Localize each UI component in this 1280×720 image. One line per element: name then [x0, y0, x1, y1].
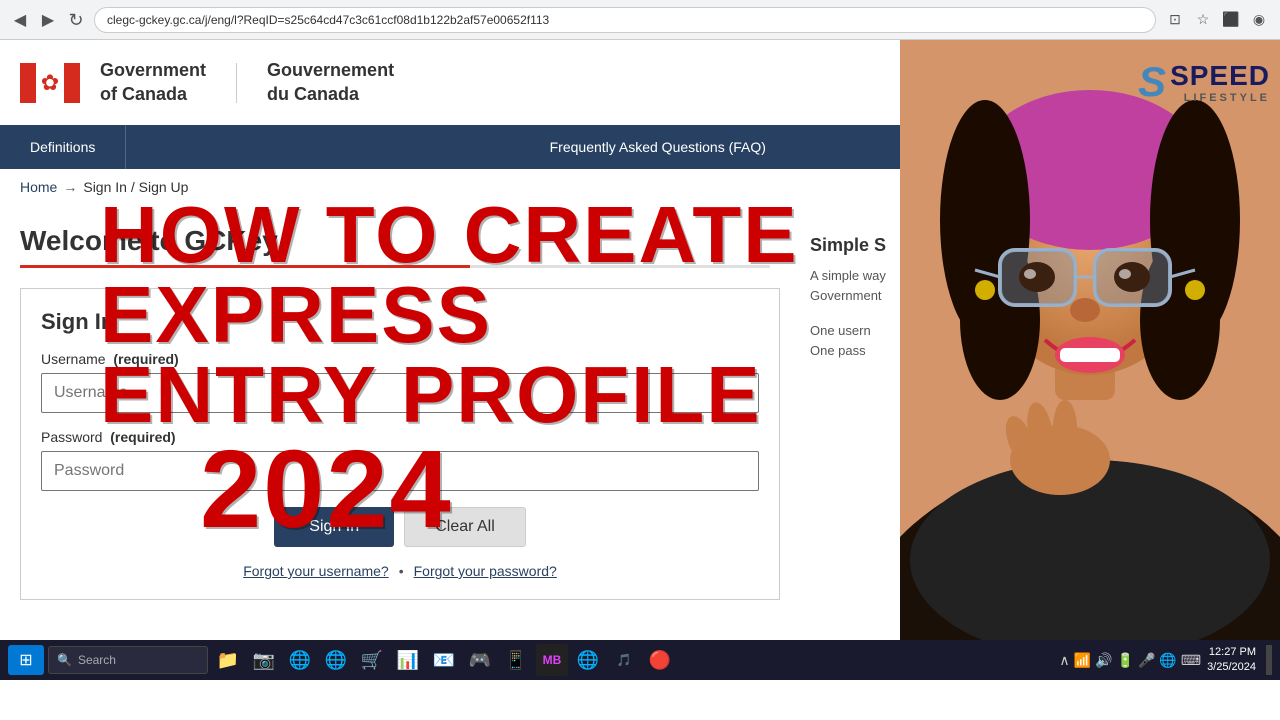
- password-required: (required): [110, 429, 175, 445]
- signin-box: Sign In Username (required) Password (re…: [20, 288, 780, 600]
- speed-sub: LIFESTYLE: [1170, 92, 1270, 104]
- speed-s-curve: S: [1138, 61, 1166, 103]
- taskbar-record[interactable]: 🔴: [644, 644, 676, 676]
- taskbar-time-text: 12:27 PM: [1207, 645, 1256, 660]
- maple-leaf-icon: ✿: [41, 70, 59, 96]
- taskbar-excel[interactable]: 📊: [392, 644, 424, 676]
- canada-flag: ✿: [20, 60, 80, 105]
- taskbar-search-text: Search: [78, 653, 116, 667]
- button-row: Sign In Clear All: [41, 507, 759, 547]
- signin-title: Sign In: [41, 309, 759, 335]
- tray-mic[interactable]: 🎤: [1138, 652, 1155, 669]
- flag-right: [64, 63, 80, 103]
- right-panel-text3: One usern: [810, 321, 1260, 341]
- forgot-password-link[interactable]: Forgot your password?: [414, 563, 557, 579]
- taskbar-game[interactable]: 🎮: [464, 644, 496, 676]
- forgot-separator: •: [399, 563, 404, 579]
- right-panel-text2: Government: [810, 286, 1260, 306]
- nav-item-help[interactable]: Help: [1190, 125, 1280, 169]
- signin-button[interactable]: Sign In: [274, 507, 394, 547]
- password-input[interactable]: [41, 451, 759, 491]
- star-icon[interactable]: ☆: [1192, 9, 1214, 31]
- right-panel-title: Simple S: [810, 235, 1260, 256]
- signin-section: Welcome to GCKey Sign In Username (requi…: [20, 225, 780, 600]
- title-underline: [20, 265, 770, 268]
- tray-network[interactable]: 🌐: [1159, 652, 1176, 669]
- page-content: ✿ Governmentof Canada Gouvernementdu Can…: [0, 40, 1280, 680]
- taskbar-app1[interactable]: 🎵: [608, 644, 640, 676]
- taskbar-camera[interactable]: 📷: [248, 644, 280, 676]
- forgot-links: Forgot your username? • Forgot your pass…: [41, 563, 759, 579]
- right-panel-text4: One pass: [810, 341, 1260, 361]
- username-label: Username (required): [41, 351, 759, 367]
- browser-chrome: ◀ ▶ ↻ clegc-gckey.gc.ca/j/eng/l?ReqID=s2…: [0, 0, 1280, 40]
- search-icon: 🔍: [57, 653, 72, 667]
- tray-chevron[interactable]: ∧: [1059, 652, 1069, 669]
- gov-title-en: Governmentof Canada: [100, 59, 206, 106]
- username-input[interactable]: [41, 373, 759, 413]
- nav-item-definitions[interactable]: Definitions: [0, 125, 126, 169]
- taskbar-phone[interactable]: 📱: [500, 644, 532, 676]
- extensions-icon[interactable]: ⬛: [1220, 9, 1242, 31]
- header-divider: [236, 63, 237, 103]
- refresh-button[interactable]: ↻: [66, 10, 86, 30]
- nav-bar: Definitions Frequently Asked Questions (…: [0, 125, 1280, 169]
- show-desktop[interactable]: [1266, 645, 1272, 675]
- clear-button[interactable]: Clear All: [404, 507, 526, 547]
- start-button[interactable]: ⊞: [8, 645, 44, 675]
- breadcrumb-current: Sign In / Sign Up: [83, 179, 188, 195]
- taskbar-chrome[interactable]: 🌐: [320, 644, 352, 676]
- site-header: ✿ Governmentof Canada Gouvernementdu Can…: [0, 40, 1280, 125]
- flag-left: [20, 63, 36, 103]
- main-area: Welcome to GCKey Sign In Username (requi…: [0, 205, 1280, 620]
- tray-keyboard[interactable]: ⌨: [1181, 652, 1201, 669]
- taskbar-file-explorer[interactable]: 📁: [212, 644, 244, 676]
- taskbar-search[interactable]: 🔍 Search: [48, 646, 208, 674]
- sys-tray: ∧ 📶 🔊 🔋 🎤 🌐 ⌨: [1059, 652, 1201, 669]
- password-label: Password (required): [41, 429, 759, 445]
- breadcrumb-home[interactable]: Home: [20, 179, 57, 195]
- forward-button[interactable]: ▶: [38, 10, 58, 30]
- taskbar-mail[interactable]: 📧: [428, 644, 460, 676]
- taskbar: ⊞ 🔍 Search 📁 📷 🌐 🌐 🛒 📊 📧 🎮 📱 MB 🌐 🎵 🔴 ∧ …: [0, 640, 1280, 680]
- nav-item-faq[interactable]: Frequently Asked Questions (FAQ): [126, 125, 1190, 169]
- breadcrumb-arrow: →: [63, 179, 77, 195]
- francais-link[interactable]: Français: [1075, 55, 1125, 70]
- tray-wifi[interactable]: 📶: [1074, 652, 1091, 669]
- taskbar-right: ∧ 📶 🔊 🔋 🎤 🌐 ⌨ 12:27 PM 3/25/2024: [1059, 645, 1272, 676]
- taskbar-store[interactable]: 🛒: [356, 644, 388, 676]
- profile-icon[interactable]: ◉: [1248, 9, 1270, 31]
- tray-sound[interactable]: 🔊: [1095, 652, 1112, 669]
- speed-brand: SPEED: [1170, 60, 1270, 92]
- browser-icon-group: ⊡ ☆ ⬛ ◉: [1164, 9, 1270, 31]
- speed-logo: S SPEED LIFESTYLE: [1138, 60, 1270, 104]
- right-panel-text1: A simple way: [810, 266, 1260, 286]
- windows-icon: ⊞: [19, 650, 32, 670]
- username-required: (required): [113, 351, 178, 367]
- right-panel: Simple S A simple way Government One use…: [810, 225, 1260, 600]
- tray-battery[interactable]: 🔋: [1117, 652, 1134, 669]
- gov-title-fr: Gouvernementdu Canada: [267, 59, 394, 106]
- taskbar-edge[interactable]: 🌐: [284, 644, 316, 676]
- taskbar-chrome2[interactable]: 🌐: [572, 644, 604, 676]
- taskbar-clock[interactable]: 12:27 PM 3/25/2024: [1207, 645, 1256, 676]
- back-button[interactable]: ◀: [10, 10, 30, 30]
- page-title: Welcome to GCKey: [20, 225, 780, 257]
- breadcrumb: Home → Sign In / Sign Up: [0, 169, 1280, 205]
- cast-icon[interactable]: ⊡: [1164, 9, 1186, 31]
- forgot-username-link[interactable]: Forgot your username?: [243, 563, 389, 579]
- address-bar[interactable]: clegc-gckey.gc.ca/j/eng/l?ReqID=s25c64cd…: [94, 7, 1156, 33]
- url-text: clegc-gckey.gc.ca/j/eng/l?ReqID=s25c64cd…: [107, 13, 549, 27]
- taskbar-date-text: 3/25/2024: [1207, 660, 1256, 675]
- flag-center: ✿: [36, 63, 64, 103]
- taskbar-mb[interactable]: MB: [536, 644, 568, 676]
